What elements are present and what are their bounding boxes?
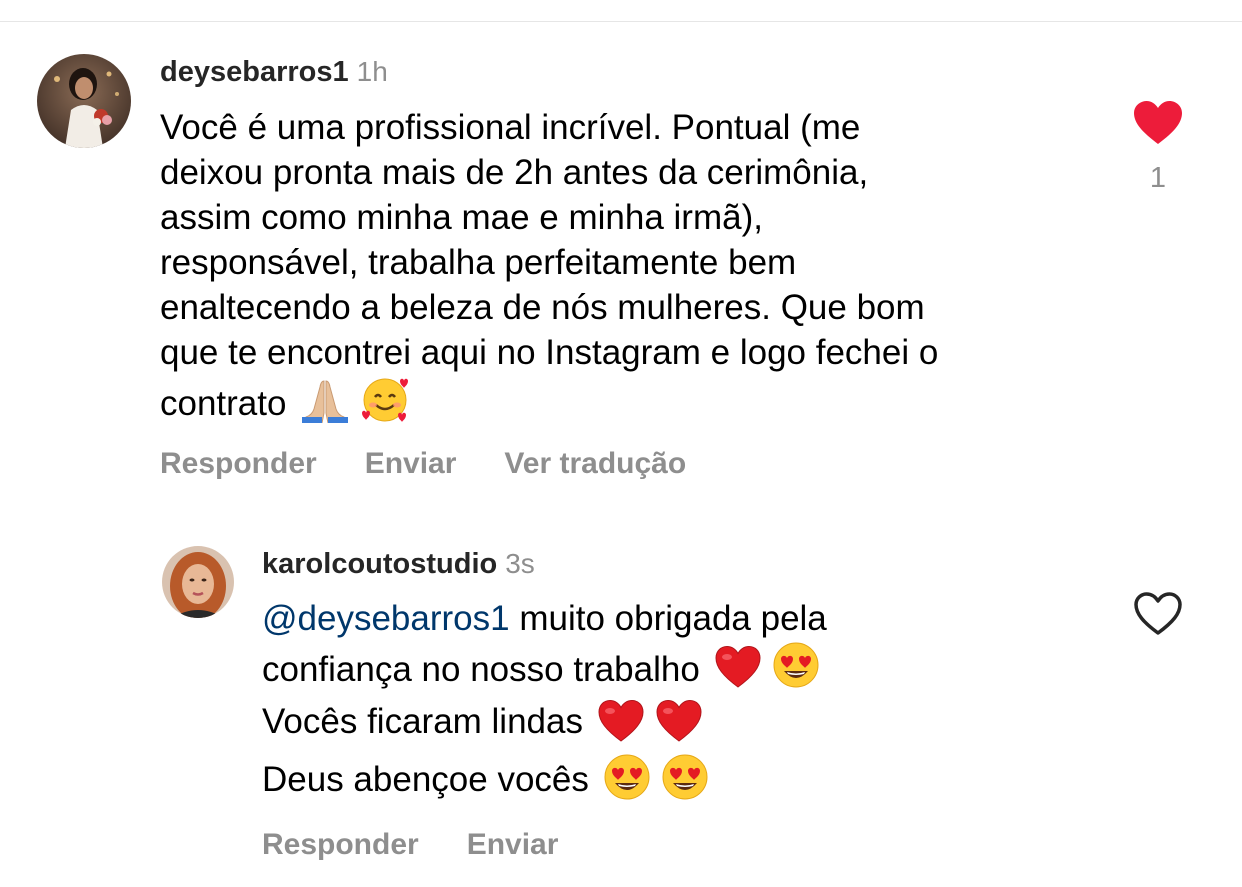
- send-button[interactable]: Enviar: [467, 827, 559, 863]
- comment-body: @deysebarros1 muito obrigada pela confia…: [262, 596, 1112, 809]
- comment-line: Você é uma profissional incrível. Pontua…: [160, 108, 861, 147]
- comment-line-text: Deus abençoe vocês: [262, 760, 589, 799]
- translate-button[interactable]: Ver tradução: [504, 446, 686, 482]
- comment-line: responsável, trabalha perfeitamente bem: [160, 243, 797, 282]
- comment-actions: Responder Enviar Ver tradução: [160, 446, 734, 482]
- comment-line-text: Vocês ficaram lindas: [262, 702, 583, 741]
- avatar[interactable]: [37, 54, 131, 148]
- comment-line: Vocês ficaram lindas: [262, 693, 1112, 751]
- comment-line: Deus abençoe vocês: [262, 751, 1112, 809]
- smiling-face-with-hearts-icon: [360, 375, 410, 423]
- red-heart-icon: [655, 699, 703, 743]
- like-heart-icon[interactable]: [1132, 100, 1184, 146]
- comment-line: enaltecendo a beleza de nós mulheres. Qu…: [160, 288, 925, 327]
- red-heart-icon: [714, 645, 762, 689]
- comment-line-text: confiança no nosso trabalho: [262, 650, 700, 689]
- comment-line: assim como minha mae e minha irmã),: [160, 198, 763, 237]
- heart-eyes-icon: [772, 641, 820, 689]
- comment-line-text: contrato: [160, 384, 287, 423]
- heart-eyes-icon: [661, 753, 709, 801]
- reply-button[interactable]: Responder: [262, 827, 419, 863]
- comment-line: que te encontrei aqui no Instagram e log…: [160, 333, 939, 372]
- timestamp: 1h: [356, 56, 388, 87]
- username[interactable]: karolcoutostudio: [262, 548, 497, 580]
- comment-line: confiança no nosso trabalho: [262, 641, 1112, 689]
- comment-line-last: contrato: [160, 375, 1110, 423]
- comment-header: deysebarros1 1h: [160, 54, 388, 95]
- comment-line: @deysebarros1 muito obrigada pela: [262, 596, 1112, 641]
- avatar[interactable]: [162, 546, 234, 618]
- comment-line: deixou pronta mais de 2h antes da cerimô…: [160, 153, 869, 192]
- username[interactable]: deysebarros1: [160, 56, 349, 88]
- timestamp: 3s: [505, 548, 535, 579]
- mention-link[interactable]: @deysebarros1: [262, 599, 510, 638]
- top-divider: [0, 21, 1242, 22]
- reply-button[interactable]: Responder: [160, 446, 317, 482]
- red-heart-icon: [597, 699, 645, 743]
- like-count[interactable]: 1: [1140, 160, 1176, 196]
- comment-header: karolcoutostudio 3s: [262, 546, 535, 587]
- comment-body: Você é uma profissional incrível. Pontua…: [160, 105, 1110, 423]
- folded-hands-icon: [300, 377, 350, 423]
- comment-actions: Responder Enviar: [262, 827, 606, 863]
- heart-eyes-icon: [603, 753, 651, 801]
- send-button[interactable]: Enviar: [365, 446, 457, 482]
- comment-line-text: muito obrigada pela: [519, 599, 827, 638]
- like-heart-outline-icon[interactable]: [1132, 591, 1184, 637]
